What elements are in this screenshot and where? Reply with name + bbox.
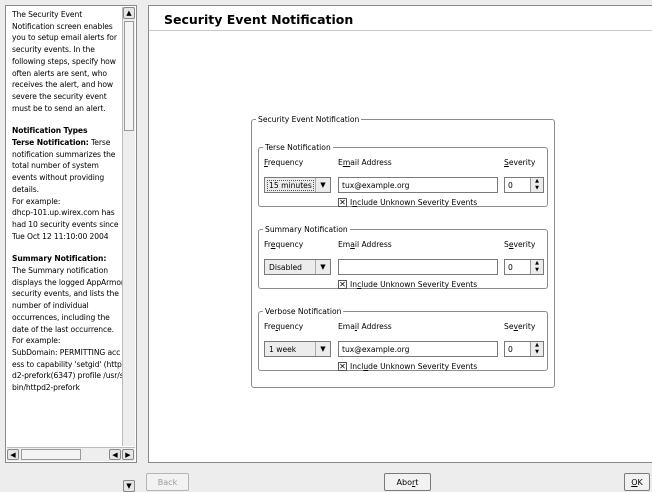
summary-email-input[interactable] <box>338 259 498 275</box>
verbose-severity-spinbox[interactable]: 0 ▲ ▼ <box>504 341 544 357</box>
severity-label: Severity <box>504 158 536 167</box>
verbose-include-unknown-checkbox[interactable]: ✕ <box>338 362 347 371</box>
help-vertical-scrollbar[interactable]: ▲ ▲ ▼ <box>122 7 135 492</box>
frequency-label: Frequency <box>264 240 304 249</box>
terse-email-value: tux@example.org <box>342 181 410 190</box>
verbose-email-value: tux@example.org <box>342 345 410 354</box>
abort-button[interactable]: Abo r t <box>384 473 431 491</box>
help-panel: The Security Event Notification screen e… <box>5 5 137 492</box>
frequency-label: Frequency <box>264 158 304 167</box>
summary-severity-spinbox[interactable]: 0 ▲ ▼ <box>504 259 544 275</box>
scroll-right-icon[interactable]: ▶ <box>122 449 134 460</box>
help-summary-example: SubDomain: PERMITTING access to capabili… <box>12 347 124 393</box>
spin-down-icon[interactable]: ▼ <box>531 349 543 356</box>
help-scroll-thumb[interactable] <box>124 21 134 131</box>
spin-down-icon[interactable]: ▼ <box>531 267 543 274</box>
title-divider <box>149 30 652 31</box>
include-unknown-label: Include Unknown Severity Events <box>350 198 478 207</box>
chevron-down-icon[interactable]: ▼ <box>315 178 330 192</box>
help-summary-heading: Summary Notification: <box>12 254 107 264</box>
terse-include-unknown-checkbox[interactable]: ✕ <box>338 198 347 207</box>
scroll-left-icon[interactable]: ◀ <box>109 449 121 460</box>
include-unknown-label: Include Unknown Severity Events <box>350 362 478 371</box>
ok-button[interactable]: OK <box>624 473 650 491</box>
scroll-left-icon[interactable]: ◀ <box>7 449 19 460</box>
chevron-down-icon[interactable]: ▼ <box>315 342 330 356</box>
help-hscroll-thumb[interactable] <box>21 449 81 460</box>
verbose-severity-value: 0 <box>508 345 513 354</box>
help-terse-example: dhcp-101.up.wirex.com has had 10 securit… <box>12 208 119 241</box>
security-event-notification-frame: Security Event Notification Terse Notifi… <box>251 115 555 388</box>
terse-severity-spinbox[interactable]: 0 ▲ ▼ <box>504 177 544 193</box>
summary-frequency-value: Disabled <box>269 263 302 272</box>
help-terse-example-label: For example: <box>12 196 61 206</box>
scroll-down-icon[interactable]: ▼ <box>123 480 135 492</box>
verbose-legend: Verbose Notification <box>265 307 342 316</box>
verbose-notification-group: Verbose Notification Frequency Email Add… <box>258 307 548 371</box>
include-unknown-label: Include Unknown Severity Events <box>350 280 478 289</box>
chevron-down-icon[interactable]: ▼ <box>315 260 330 274</box>
terse-notification-group: Terse Notification Frequency Email Addre… <box>258 143 548 207</box>
help-horizontal-scrollbar[interactable]: ◀ ◀ ▶ <box>7 447 135 461</box>
email-label: Email Address <box>338 322 392 331</box>
summary-legend: Summary Notification <box>265 225 348 234</box>
terse-frequency-select[interactable]: 15 minutes ▼ <box>264 177 331 193</box>
main-panel: Security Event Notification Security Eve… <box>148 5 652 463</box>
spin-up-icon[interactable]: ▲ <box>531 178 543 185</box>
terse-email-input[interactable]: tux@example.org <box>338 177 498 193</box>
severity-label: Severity <box>504 240 536 249</box>
summary-include-unknown-checkbox[interactable]: ✕ <box>338 280 347 289</box>
spin-up-icon[interactable]: ▲ <box>531 342 543 349</box>
help-intro: The Security Event Notification screen e… <box>12 10 117 113</box>
help-summary-text: The Summary notification displays the lo… <box>12 266 124 334</box>
help-terse-heading: Terse Notification: <box>12 138 89 148</box>
summary-notification-group: Summary Notification Frequency Email Add… <box>258 225 548 289</box>
severity-label: Severity <box>504 322 536 331</box>
summary-frequency-select[interactable]: Disabled ▼ <box>264 259 331 275</box>
terse-legend: Terse Notification <box>265 143 331 152</box>
help-summary-example-label: For example: <box>12 336 61 346</box>
back-button[interactable]: Back <box>146 473 189 491</box>
summary-severity-value: 0 <box>508 263 513 272</box>
email-label: Email Address <box>338 158 392 167</box>
terse-severity-value: 0 <box>508 181 513 190</box>
help-text: The Security Event Notification screen e… <box>12 9 124 446</box>
page-title: Security Event Notification <box>164 12 354 27</box>
verbose-frequency-value: 1 week <box>269 345 297 354</box>
verbose-frequency-select[interactable]: 1 week ▼ <box>264 341 331 357</box>
frequency-label: Frequency <box>264 322 304 331</box>
help-types-heading: Notification Types <box>12 126 88 136</box>
verbose-email-input[interactable]: tux@example.org <box>338 341 498 357</box>
outer-legend: Security Event Notification <box>258 115 360 124</box>
email-label: Email Address <box>338 240 392 249</box>
spin-up-icon[interactable]: ▲ <box>531 260 543 267</box>
scroll-up-icon[interactable]: ▲ <box>123 7 135 19</box>
terse-frequency-value: 15 minutes <box>267 180 314 191</box>
spin-down-icon[interactable]: ▼ <box>531 185 543 192</box>
